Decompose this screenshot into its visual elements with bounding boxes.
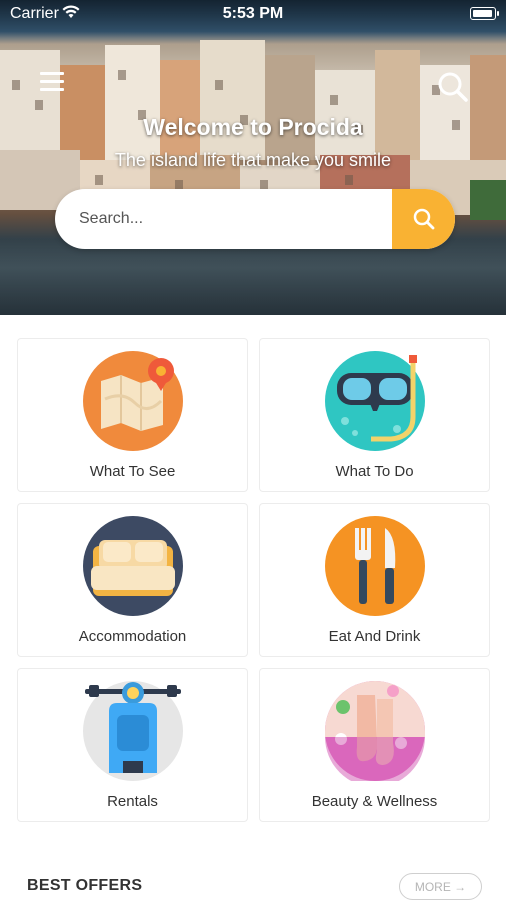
spa-feet-icon — [325, 681, 425, 781]
fork-knife-icon — [325, 516, 425, 616]
category-label: What To Do — [335, 463, 414, 480]
battery-icon — [470, 7, 499, 20]
search-submit-button[interactable] — [392, 189, 455, 249]
arrow-right-icon: → — [454, 880, 467, 894]
category-card-what-to-see[interactable]: What To See — [17, 338, 248, 492]
best-offers-title: BEST OFFERS — [27, 877, 143, 894]
category-card-eat-and-drink[interactable]: Eat And Drink — [259, 503, 490, 657]
category-card-beauty-wellness[interactable]: Beauty & Wellness — [259, 668, 490, 822]
search-input[interactable] — [55, 189, 393, 249]
category-card-what-to-do[interactable]: What To Do — [259, 338, 490, 492]
category-label: Accommodation — [78, 628, 187, 645]
status-bar: Carrier 5:53 PM — [0, 0, 506, 30]
hero-banner: Carrier 5:53 PM Welcome to Procida The i… — [0, 0, 506, 315]
category-card-accommodation[interactable]: Accommodation — [17, 503, 248, 657]
category-card-rentals[interactable]: Rentals — [17, 668, 248, 822]
search-bar — [55, 189, 455, 249]
menu-button[interactable] — [40, 72, 66, 94]
clock: 5:53 PM — [222, 5, 284, 22]
more-offers-button[interactable]: MORE → — [399, 873, 482, 900]
page-title: Welcome to Procida — [143, 114, 363, 140]
search-icon — [413, 208, 434, 230]
hamburger-icon — [40, 72, 64, 75]
header-search-icon[interactable] — [436, 70, 470, 104]
page-subtitle: The island life that make you smile — [114, 150, 392, 170]
more-label: MORE — [414, 880, 451, 894]
category-label: Beauty & Wellness — [311, 793, 438, 810]
bed-icon — [83, 516, 183, 616]
category-label: Eat And Drink — [328, 628, 421, 645]
scooter-icon — [83, 681, 183, 781]
category-label: Rentals — [107, 793, 158, 810]
diving-mask-icon — [325, 351, 425, 451]
category-label: What To See — [89, 463, 176, 480]
map-icon — [83, 351, 183, 451]
